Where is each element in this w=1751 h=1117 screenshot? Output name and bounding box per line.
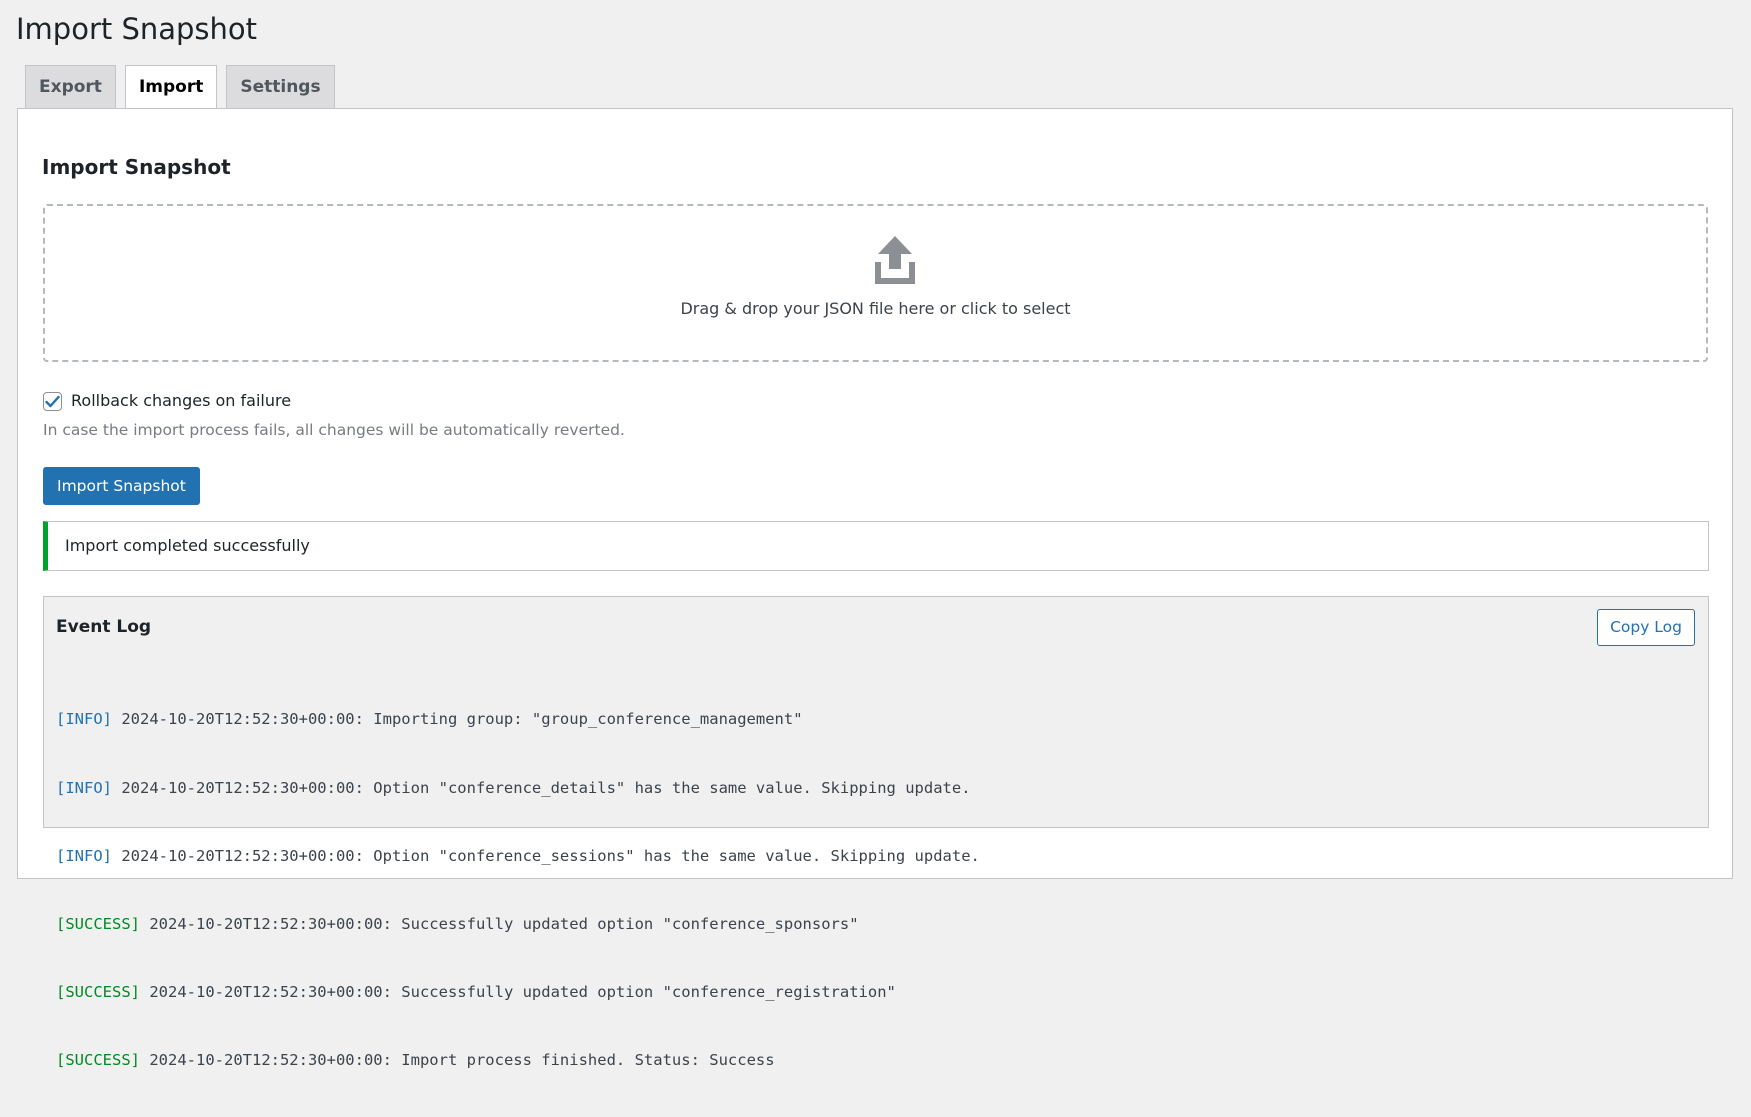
log-lines: [INFO] 2024-10-20T12:52:30+00:00: Import…: [56, 663, 980, 1117]
log-message: 2024-10-20T12:52:30+00:00: Successfully …: [140, 982, 896, 1001]
upload-icon: [875, 236, 915, 284]
log-level: [INFO]: [56, 846, 112, 865]
log-message: 2024-10-20T12:52:30+00:00: Option "confe…: [112, 778, 971, 797]
log-entry: [INFO] 2024-10-20T12:52:30+00:00: Option…: [56, 845, 980, 868]
nav-tabs: Export Import Settings: [25, 65, 335, 110]
success-notice: Import completed successfully: [43, 521, 1709, 571]
checkmark-icon: [45, 395, 60, 407]
tab-export[interactable]: Export: [25, 65, 116, 109]
log-level: [SUCCESS]: [56, 1050, 140, 1069]
log-entry: [SUCCESS] 2024-10-20T12:52:30+00:00: Suc…: [56, 981, 980, 1004]
rollback-option: Rollback changes on failure: [43, 389, 291, 413]
notice-text: Import completed successfully: [65, 536, 310, 555]
log-message: 2024-10-20T12:52:30+00:00: Option "confe…: [112, 846, 980, 865]
log-level: [SUCCESS]: [56, 914, 140, 933]
file-dropzone[interactable]: Drag & drop your JSON file here or click…: [43, 204, 1708, 362]
log-entry: [INFO] 2024-10-20T12:52:30+00:00: Import…: [56, 708, 980, 731]
log-level: [INFO]: [56, 778, 112, 797]
log-entry: [INFO] 2024-10-20T12:52:30+00:00: Option…: [56, 777, 980, 800]
log-message: 2024-10-20T12:52:30+00:00: Successfully …: [140, 914, 859, 933]
section-title: Import Snapshot: [42, 155, 231, 179]
import-panel: Import Snapshot Drag & drop your JSON fi…: [17, 108, 1733, 1069]
copy-log-button[interactable]: Copy Log: [1597, 609, 1695, 646]
page-title: Import Snapshot: [16, 12, 258, 46]
log-entry: [SUCCESS] 2024-10-20T12:52:30+00:00: Suc…: [56, 913, 980, 936]
log-level: [INFO]: [56, 710, 112, 729]
rollback-help-text: In case the import process fails, all ch…: [43, 421, 625, 439]
dropzone-text: Drag & drop your JSON file here or click…: [680, 299, 1071, 318]
rollback-label[interactable]: Rollback changes on failure: [71, 390, 291, 412]
log-level: [SUCCESS]: [56, 982, 140, 1001]
event-log-title: Event Log: [56, 617, 152, 637]
event-log: Event Log Copy Log [INFO] 2024-10-20T12:…: [43, 596, 1709, 1069]
log-message: 2024-10-20T12:52:30+00:00: Importing gro…: [112, 710, 803, 729]
rollback-checkbox[interactable]: [43, 391, 62, 411]
log-entry: [SUCCESS] 2024-10-20T12:52:30+00:00: Imp…: [56, 1049, 980, 1072]
tab-import[interactable]: Import: [124, 65, 218, 110]
tab-settings[interactable]: Settings: [226, 65, 335, 109]
log-message: 2024-10-20T12:52:30+00:00: Import proces…: [140, 1050, 775, 1069]
import-snapshot-button[interactable]: Import Snapshot: [43, 467, 200, 505]
